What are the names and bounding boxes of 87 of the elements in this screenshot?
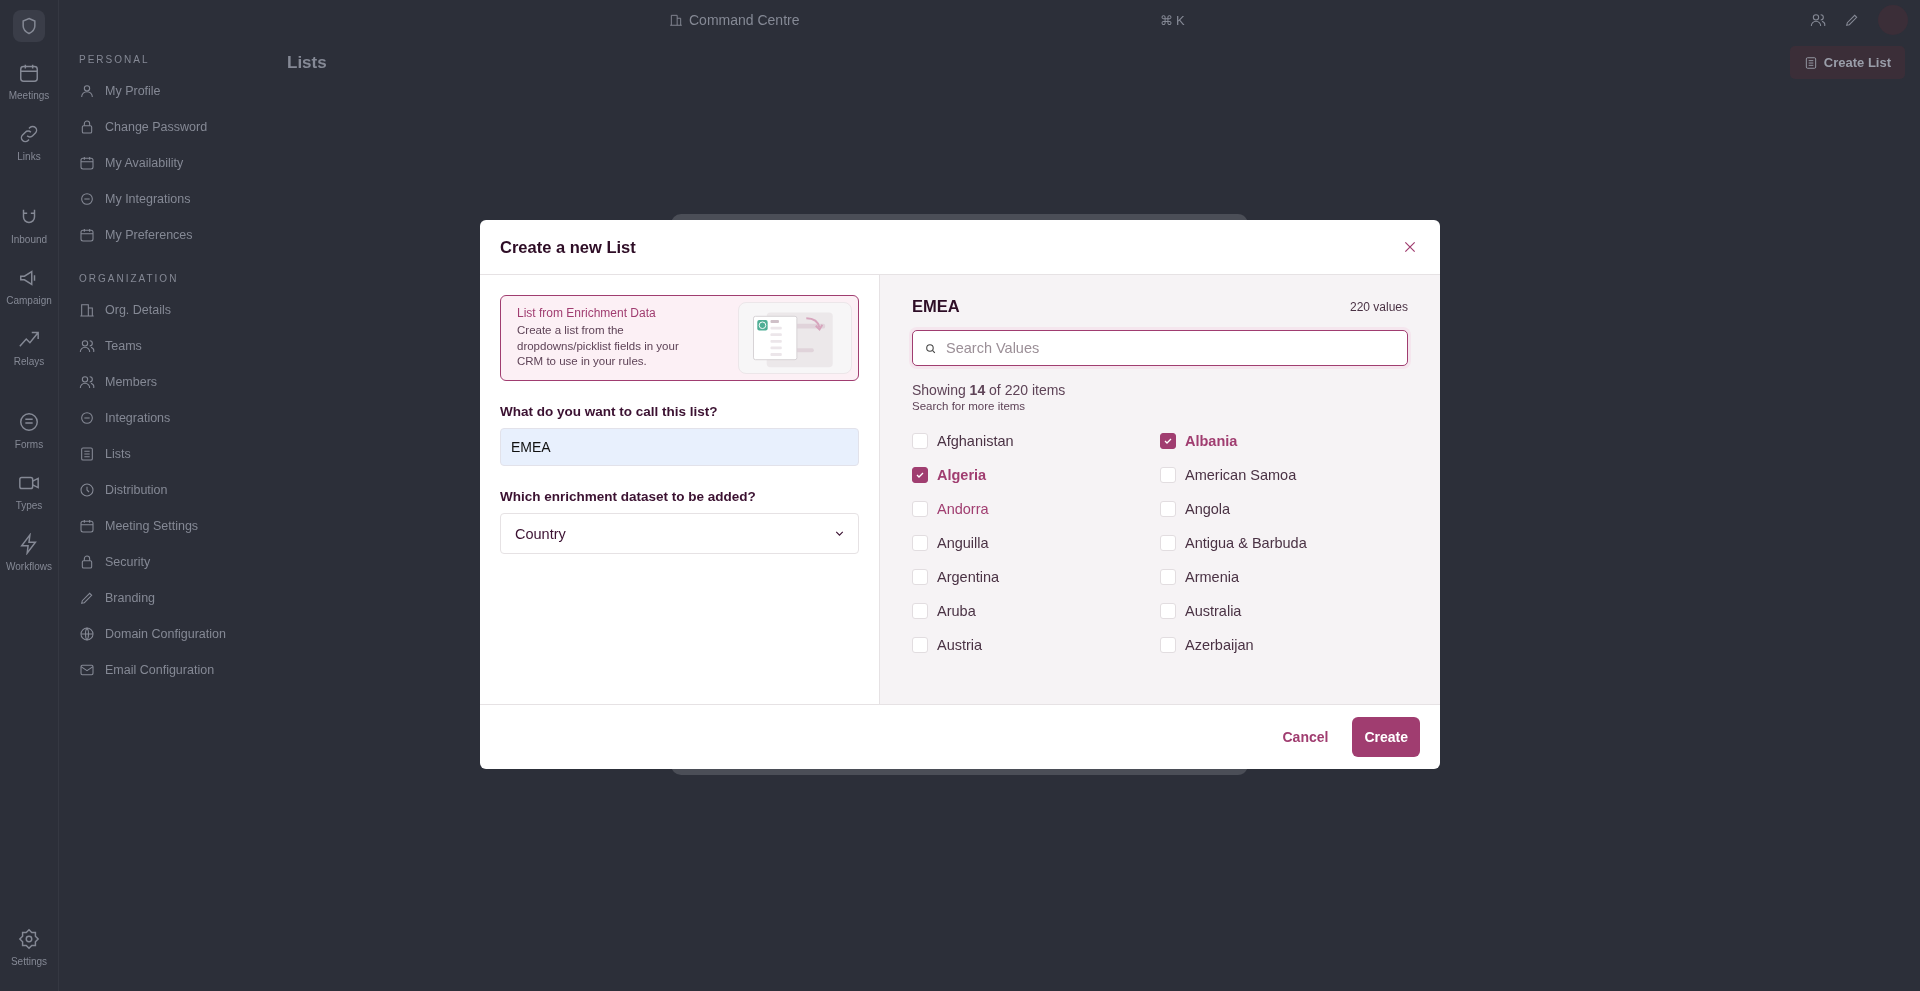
rail-item[interactable]: Forms [6,411,52,450]
calendar-icon [79,155,95,171]
option-label[interactable]: Algeria [937,467,987,483]
card-title: List from Enrichment Data [517,306,657,321]
nav-item[interactable]: Integrations [79,400,269,436]
pen-icon [79,590,95,606]
nav-item[interactable]: Teams [79,328,269,364]
rail-item[interactable]: Settings [10,928,48,967]
section-heading: ORGANIZATION [79,273,180,284]
lock-icon [79,119,95,135]
list-name-field[interactable]: EMEA [500,428,859,466]
search-icon [924,342,937,355]
logo-icon [13,10,45,42]
nav-item[interactable]: My Preferences [79,217,269,253]
option-label[interactable]: Afghanistan [937,433,1014,449]
clock-icon [79,482,95,498]
search-hint: Search for more items [912,400,1027,412]
user-icon [79,83,95,99]
create-list-button[interactable]: Create List [1789,46,1905,79]
cancel-button[interactable]: Cancel [1278,721,1333,753]
field-label: Which enrichment dataset to be added? [500,489,757,504]
checkbox[interactable] [1160,433,1176,449]
card-description: Create a list from the dropdowns/picklist fields in your CRM to use in your rules. [517,323,680,370]
rail-item[interactable]: Types [6,472,52,511]
option-label[interactable]: Anguilla [937,535,989,551]
list-icon [79,446,95,462]
create-button[interactable]: Create [1352,717,1420,757]
checkbox[interactable] [912,467,928,483]
users-icon [79,338,95,354]
nav-item[interactable]: Members [79,364,269,400]
option-label[interactable]: Albania [1185,433,1238,449]
rail-item[interactable]: Relays [6,328,52,367]
option-label[interactable]: Australia [1185,603,1242,619]
search-field[interactable]: Search Values [912,330,1408,366]
settings-icon [18,928,40,950]
nav-item[interactable]: Lists [79,436,269,472]
option-label[interactable]: Aruba [937,603,976,619]
nav-item[interactable]: Org. Details [79,292,269,328]
users-icon [79,374,95,390]
option-label[interactable]: American Samoa [1185,467,1297,483]
globe-icon [79,626,95,642]
option-label[interactable]: Armenia [1185,569,1239,585]
option-label[interactable]: Austria [937,637,983,653]
shortcut-hint: ⌘ K [1159,12,1185,28]
users-icon [1810,12,1826,28]
lightning-icon [18,533,40,555]
option-label[interactable]: Argentina [937,569,1000,585]
results-summary: Showing 14 of 220 items [912,382,1067,398]
nav-item[interactable]: Branding [79,580,269,616]
rail-item[interactable]: Meetings [8,62,50,101]
option-label[interactable]: Azerbaijan [1185,637,1254,653]
breadcrumb[interactable]: Command Centre [669,12,800,28]
rail-item[interactable]: Campaign [6,267,52,306]
list-icon [1803,55,1818,70]
link-icon [18,123,40,145]
building-icon [79,302,95,318]
nav-item[interactable]: Change Password [79,109,269,145]
dialog-title: Create a new List [500,237,636,257]
value-count: 220 values [1349,299,1408,314]
close-icon [1402,239,1418,255]
rail-item[interactable]: Links [8,123,50,162]
option-label[interactable]: Antigua & Barbuda [1185,535,1307,551]
rail-item[interactable]: Inbound [6,206,52,245]
option-label[interactable]: Andorra [937,501,989,517]
nav-item[interactable]: Domain Configuration [79,616,269,652]
nav-item[interactable]: My Integrations [79,181,269,217]
calendar-icon [79,227,95,243]
nav-item[interactable]: My Availability [79,145,269,181]
nav-item[interactable]: Email Configuration [79,652,269,688]
dataset-dropdown[interactable]: Country [500,513,859,554]
section-heading: PERSONAL [79,54,151,65]
calendar-icon [79,518,95,534]
page-title: Lists [287,52,327,73]
source-card[interactable]: List from Enrichment Data Create a list from the dropdowns/picklist fields in your CRM to use in your rules. [500,295,859,381]
field-label: What do you want to call this list? [500,404,719,419]
mail-icon [79,662,95,678]
pen-icon [1844,12,1860,28]
preview-title: EMEA [912,297,960,316]
building-icon [669,13,683,27]
nav-item[interactable]: Distribution [79,472,269,508]
nav-item[interactable]: Meeting Settings [79,508,269,544]
calendar-icon [18,62,40,84]
rail-item[interactable]: Workflows [6,533,52,572]
nav-item[interactable]: Security [79,544,269,580]
nav-item[interactable]: My Profile [79,73,269,109]
lock-icon [79,554,95,570]
option-label[interactable]: Angola [1185,501,1231,517]
